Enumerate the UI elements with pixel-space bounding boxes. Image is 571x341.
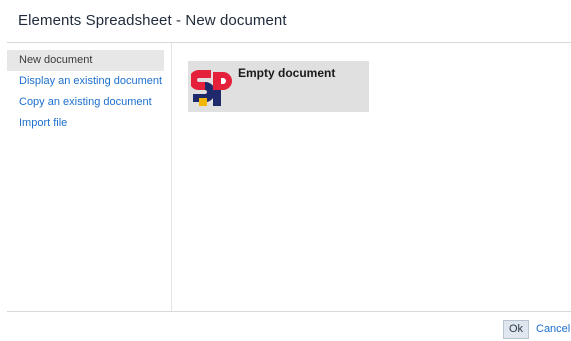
sidebar-item-copy-existing[interactable]: Copy an existing document xyxy=(7,92,164,113)
sidebar-item-new-document[interactable]: New document xyxy=(7,50,164,71)
spreadsheet-logo-icon xyxy=(191,70,232,106)
ok-button[interactable]: Ok xyxy=(503,320,529,339)
new-document-dialog: Elements Spreadsheet - New document New … xyxy=(0,0,571,341)
sidebar: New document Display an existing documen… xyxy=(7,43,172,311)
empty-document-tile[interactable]: Empty document xyxy=(188,61,369,112)
sidebar-nav: New document Display an existing documen… xyxy=(7,50,164,134)
sidebar-item-display-existing[interactable]: Display an existing document xyxy=(7,71,164,92)
footer-divider xyxy=(7,311,571,312)
cancel-button[interactable]: Cancel xyxy=(536,320,570,339)
dialog-title: Elements Spreadsheet - New document xyxy=(18,12,287,29)
content-area: Empty document xyxy=(172,43,571,311)
empty-document-label: Empty document xyxy=(238,66,336,80)
sidebar-item-import-file[interactable]: Import file xyxy=(7,113,164,134)
